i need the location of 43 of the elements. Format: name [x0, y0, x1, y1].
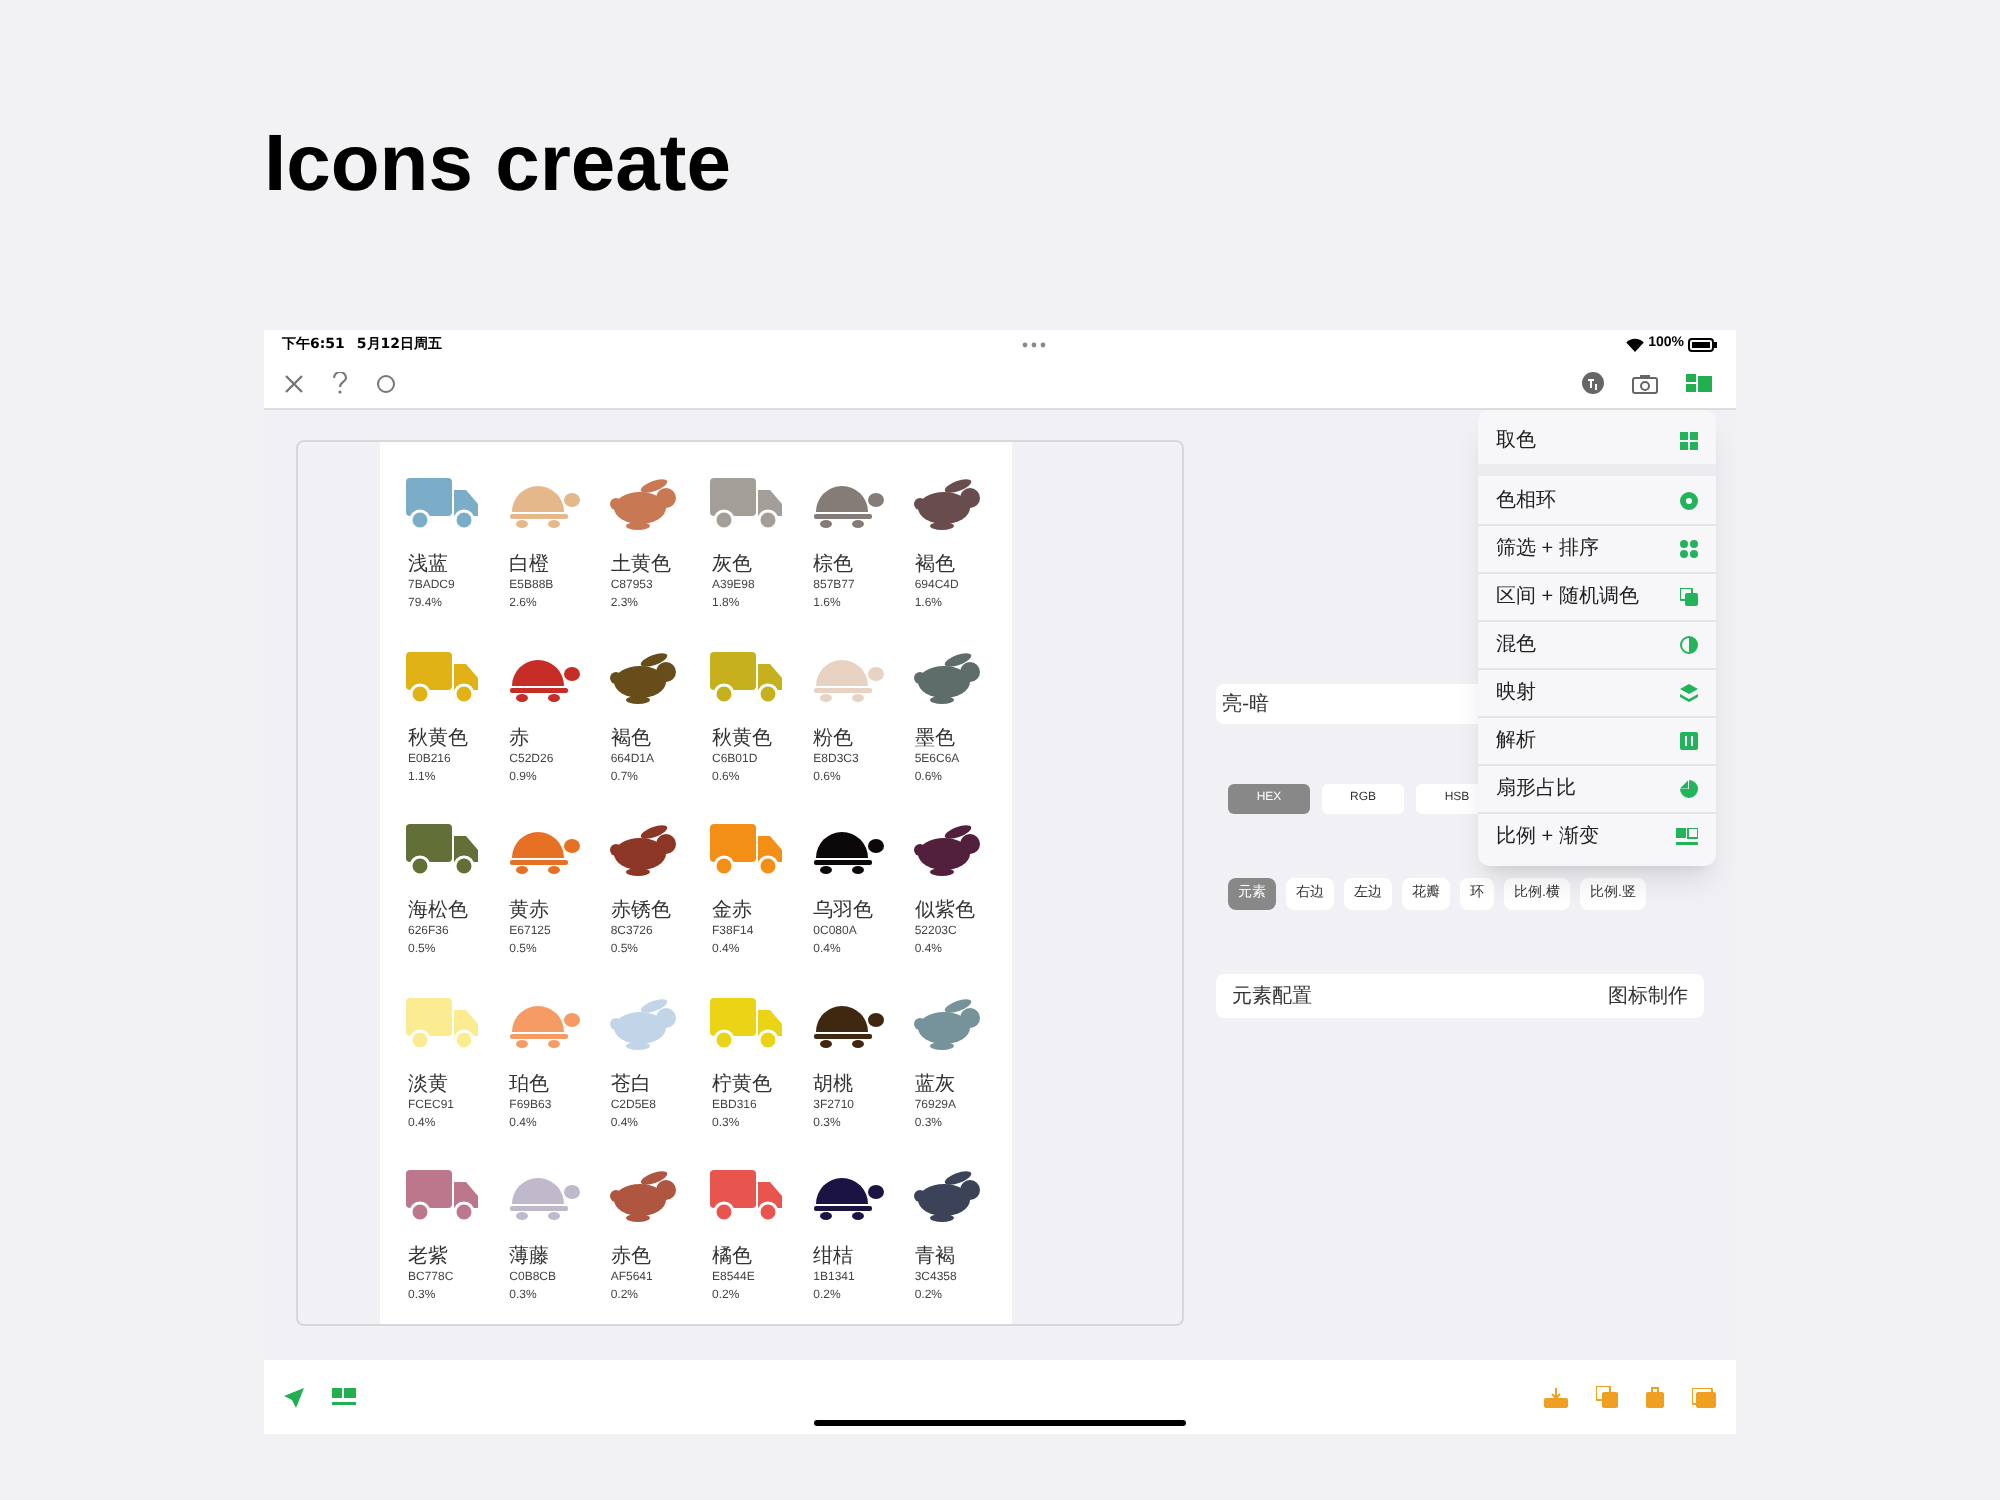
swatch-name: 青褐 [914, 1246, 955, 1269]
menu-item[interactable]: 取色 [1478, 416, 1716, 464]
swatch-name: 赤色 [610, 1246, 651, 1269]
swatch-name: 赤锈色 [610, 900, 671, 923]
menu-item[interactable]: 混色 [1478, 620, 1716, 668]
swatch-name: 秋黄色 [712, 727, 772, 750]
swatch-name: 赤 [509, 727, 530, 750]
menu-item[interactable]: 筛选 + 排序 [1478, 524, 1716, 572]
swatch-name: 珀色 [509, 1073, 550, 1096]
config-row[interactable]: 元素配置 图标制作 [1216, 974, 1704, 1018]
swatch-name: 白橙 [509, 554, 550, 576]
swatch-name: 褐色 [914, 554, 955, 576]
swatch-name: 绀桔 [813, 1246, 854, 1269]
swatch-name: 柠黄色 [712, 1073, 772, 1096]
menu-item[interactable]: 色相环 [1478, 476, 1716, 524]
swatch-name: 黄赤 [509, 900, 550, 923]
config-value: 图标制作 [1608, 983, 1688, 1011]
headline: Icons create [264, 118, 731, 212]
swatch-name: 棕色 [813, 554, 854, 576]
swatch-name: 褐色 [610, 727, 651, 750]
menu-item[interactable]: 比例 + 渐变 [1478, 812, 1716, 860]
config-label: 元素配置 [1232, 983, 1312, 1011]
swatch-name: 似紫色 [914, 900, 975, 923]
swatch-name: 乌羽色 [813, 900, 874, 923]
swatch-name: 秋黄色 [408, 727, 468, 750]
menu-item[interactable]: 区间 + 随机调色 [1478, 572, 1716, 620]
swatch-name: 墨色 [914, 727, 955, 750]
swatch-name: 老紫 [408, 1246, 448, 1269]
menu-item[interactable]: 扇形占比 [1478, 764, 1716, 812]
swatch-name: 淡黄 [408, 1073, 448, 1096]
swatch-name: 灰色 [712, 554, 752, 576]
swatch-name: 浅蓝 [408, 554, 448, 576]
swatch-name: 海松色 [408, 900, 468, 923]
swatch-name: 粉色 [813, 727, 854, 750]
swatch-name: 橘色 [712, 1246, 752, 1269]
swatch-name: 薄藤 [509, 1246, 550, 1269]
swatch-name: 金赤 [712, 900, 752, 923]
menu-item[interactable]: 映射 [1478, 668, 1716, 716]
swatch-name: 蓝灰 [914, 1073, 955, 1096]
swatch-name: 胡桃 [813, 1073, 854, 1096]
swatch-name: 土黄色 [610, 554, 671, 576]
swatch-name: 苍白 [610, 1073, 651, 1096]
menu-item[interactable]: 解析 [1478, 716, 1716, 764]
